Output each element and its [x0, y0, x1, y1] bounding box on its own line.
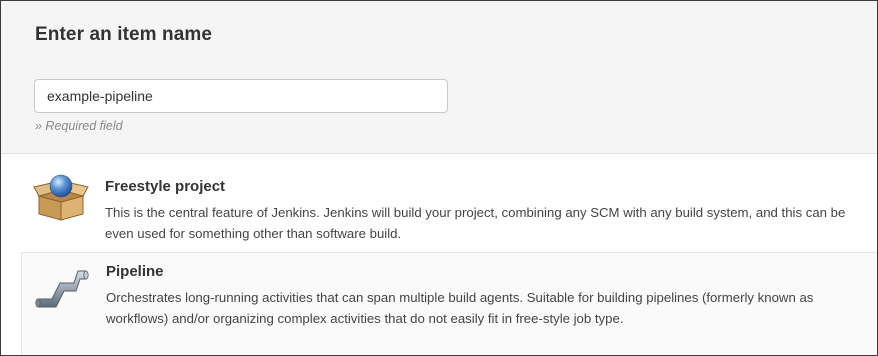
- item-name-section: Enter an item name » Required field: [1, 1, 877, 154]
- pipeline-icon: [34, 261, 90, 311]
- item-type-title: Freestyle project: [105, 178, 226, 195]
- item-name-input[interactable]: [34, 79, 448, 113]
- item-type-pipeline[interactable]: Pipeline Orchestrates long-running activ…: [21, 252, 877, 355]
- item-type-description: Orchestrates long-running activities tha…: [106, 290, 814, 326]
- new-item-panel: Enter an item name » Required field: [0, 0, 878, 356]
- page-title: Enter an item name: [35, 24, 213, 45]
- required-field-note: » Required field: [35, 119, 123, 133]
- freestyle-project-icon: [33, 172, 89, 222]
- item-type-description: This is the central feature of Jenkins. …: [105, 205, 846, 241]
- item-type-freestyle-project[interactable]: Freestyle project This is the central fe…: [21, 164, 877, 242]
- item-type-title: Pipeline: [106, 263, 164, 280]
